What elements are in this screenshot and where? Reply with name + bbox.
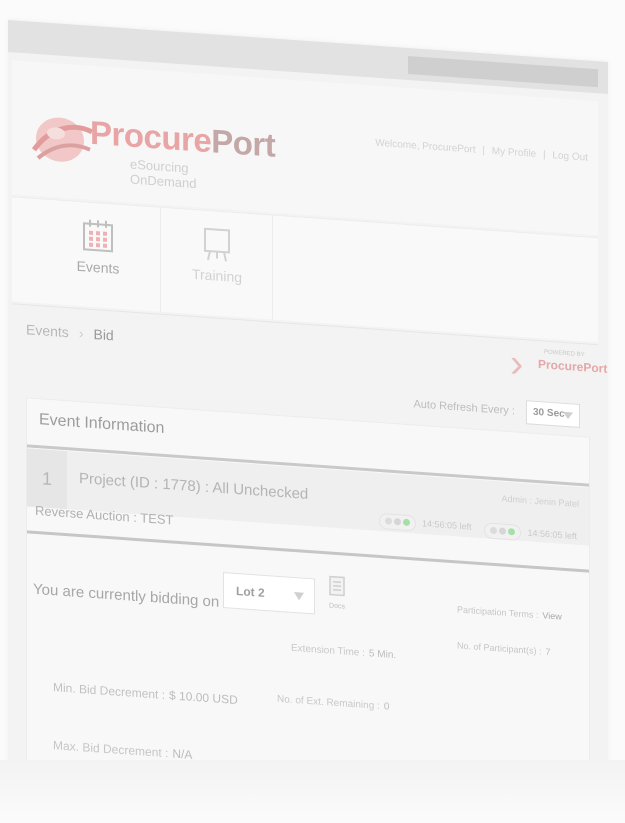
project-timer: 14:56:05 left (379, 512, 472, 535)
brand-tagline: eSourcing OnDemand (130, 156, 197, 192)
tab-events[interactable]: Events (36, 198, 161, 324)
screen-scene: ProcurePort eSourcing OnDemand Welcome, … (0, 0, 625, 823)
globe-logo-icon (31, 117, 94, 162)
auto-refresh-select[interactable]: 30 Sec (526, 400, 580, 428)
time-left-text: 14:56:05 left (422, 518, 472, 532)
ext-remaining-value: 0 (383, 701, 390, 713)
separator: | (482, 145, 485, 157)
num-participants: No. of Participant(s) :7 (457, 640, 551, 657)
status-lights-icon (379, 512, 416, 532)
app-window: ProcurePort eSourcing OnDemand Welcome, … (8, 20, 608, 823)
time-left-text: 14:56:05 left (527, 527, 577, 542)
brand-name-port: Port (211, 122, 276, 164)
breadcrumb-events[interactable]: Events (26, 321, 69, 340)
my-profile-link[interactable]: My Profile (492, 146, 536, 160)
breadcrumb-current: Bid (93, 325, 114, 344)
browser-toolbar (408, 55, 598, 88)
min-bid-value: $ 10.00 USD (169, 688, 238, 708)
tab-events-label: Events (76, 257, 120, 277)
chevron-down-icon (294, 591, 304, 601)
min-bid-label: Min. Bid Decrement : (53, 680, 166, 702)
num-participants-label: No. of Participant(s) : (457, 640, 542, 657)
section-title: Event Information (39, 411, 165, 437)
ext-remaining-label: No. of Ext. Remaining : (277, 693, 380, 713)
docs-label: Docs (329, 602, 345, 611)
ext-remaining: No. of Ext. Remaining :0 (277, 694, 389, 713)
participation-terms-label: Participation Terms : (457, 604, 539, 621)
extension-time-label: Extension Time : (291, 642, 365, 659)
auto-refresh-value: 30 Sec (533, 406, 565, 420)
max-bid-decrement: Max. Bid Decrement : N/A (53, 738, 192, 762)
min-bid-decrement: Min. Bid Decrement : $ 10.00 USD (53, 680, 238, 707)
calendar-icon (83, 219, 113, 253)
document-icon (329, 575, 345, 597)
powered-by-name: ProcurePort (538, 357, 608, 376)
auto-refresh-label: Auto Refresh Every : (413, 398, 515, 418)
status-lights-icon (484, 522, 522, 541)
brand-name: ProcurePort (90, 114, 275, 165)
breadcrumb: Events › Bid (26, 321, 114, 343)
user-links: Welcome, ProcurePort | My Profile | Log … (371, 137, 588, 164)
reflection (0, 760, 625, 823)
lot-select-value: Lot 2 (236, 583, 265, 600)
participation-terms-view-link[interactable]: View (542, 610, 561, 621)
max-bid-label: Max. Bid Decrement : (53, 738, 169, 761)
log-out-link[interactable]: Log Out (552, 150, 588, 163)
project-admin: Admin : Jenin Patel (501, 493, 579, 509)
breadcrumb-separator: › (78, 324, 84, 342)
easel-icon (204, 227, 230, 262)
separator: | (543, 149, 546, 161)
procureport-logo[interactable]: ProcurePort eSourcing OnDemand (30, 100, 275, 195)
project-name: Project (ID : 1778) : All Unchecked (79, 469, 309, 503)
extension-time: Extension Time :5 Min. (291, 643, 396, 661)
extension-time-value: 5 Min. (368, 648, 397, 662)
project-number: 1 (27, 448, 67, 510)
auto-refresh: Auto Refresh Every : 30 Sec (413, 392, 580, 428)
participation-terms: Participation Terms : View (457, 604, 562, 621)
tab-training-label: Training (191, 265, 243, 286)
brand-name-procure: Procure (90, 113, 212, 160)
num-participants-value: 7 (545, 646, 551, 657)
chevron-down-icon (563, 411, 573, 420)
lot-select[interactable]: Lot 2 (223, 572, 315, 615)
welcome-text: Welcome, ProcurePort (375, 137, 476, 156)
docs-button[interactable]: Docs (327, 575, 347, 611)
chevron-right-icon: › (510, 341, 524, 387)
tab-training[interactable]: Training (162, 207, 273, 320)
powered-by-badge: › POWERED BY ProcurePort (510, 341, 607, 391)
